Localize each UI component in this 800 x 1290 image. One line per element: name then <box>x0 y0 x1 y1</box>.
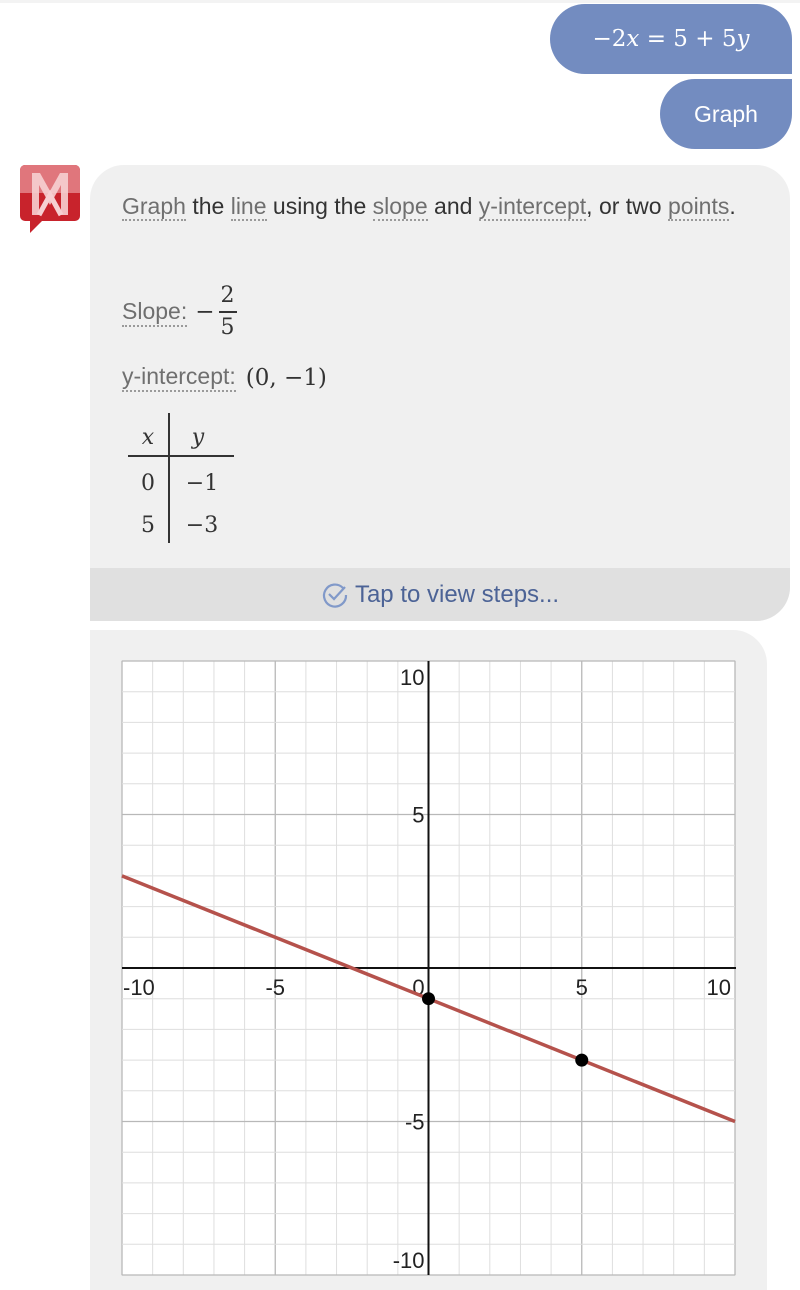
top-bar <box>0 0 800 3</box>
y-tick-label: 10 <box>400 665 424 690</box>
data-point[interactable] <box>575 1053 589 1067</box>
equation-text: −2x = 5 + 5y <box>592 26 750 52</box>
view-steps-label: Tap to view steps... <box>354 580 560 608</box>
x-tick-label: -10 <box>123 975 155 1000</box>
slope-numerator: 2 <box>220 283 235 308</box>
slope-label[interactable]: Slope: <box>122 298 188 327</box>
slope-fraction: 2 5 <box>218 283 237 341</box>
mathway-logo-icon <box>20 165 80 235</box>
term-points[interactable]: points <box>667 193 730 221</box>
view-steps-button[interactable]: Tap to view steps... <box>90 568 790 621</box>
x-tick-label: -5 <box>265 975 285 1000</box>
term-y-intercept[interactable]: y-intercept <box>478 193 587 221</box>
graph-plot[interactable]: -10 -5 0 5 10-10-5510 <box>90 630 767 1290</box>
y-tick-label: 5 <box>412 803 424 828</box>
check-circle-icon <box>322 583 348 608</box>
y-intercept-value: (0, −1) <box>245 364 327 391</box>
slope-sign: − <box>195 299 215 325</box>
table-header-x: x <box>141 425 155 450</box>
y-intercept-label[interactable]: y-intercept: <box>122 363 236 392</box>
table-cell: −1 <box>185 471 219 496</box>
user-equation-bubble: −2x = 5 + 5y <box>550 4 792 74</box>
term-graph[interactable]: Graph <box>122 193 186 221</box>
data-point[interactable] <box>422 992 435 1006</box>
x-tick-label: 5 <box>576 975 588 1000</box>
fraction-bar <box>218 311 237 313</box>
table-divider-horizontal <box>128 455 234 457</box>
term-line[interactable]: line <box>230 193 267 221</box>
table-header-y: y <box>191 425 205 450</box>
table-cell: 5 <box>141 513 155 538</box>
y-intercept-row: y-intercept: (0, −1) <box>122 363 327 392</box>
graph-button[interactable]: Graph <box>660 79 792 149</box>
answer-card: Graph the line using the slope and y-int… <box>90 165 790 621</box>
xy-table: x y 0 −1 5 −3 <box>126 413 236 543</box>
answer-instructions: Graph the line using the slope and y-int… <box>122 193 736 221</box>
y-tick-label: -5 <box>405 1110 425 1135</box>
table-cell: −3 <box>185 513 219 538</box>
term-slope[interactable]: slope <box>372 193 428 221</box>
slope-denominator: 5 <box>220 315 235 340</box>
y-tick-label: -10 <box>393 1248 425 1273</box>
slope-row: Slope: − 2 5 <box>122 283 237 341</box>
table-divider-vertical <box>168 413 170 543</box>
graph-card: -10 -5 0 5 10 -10 -5 5 10 <box>90 630 767 1290</box>
table-cell: 0 <box>141 471 155 496</box>
x-tick-label: 10 <box>707 975 731 1000</box>
